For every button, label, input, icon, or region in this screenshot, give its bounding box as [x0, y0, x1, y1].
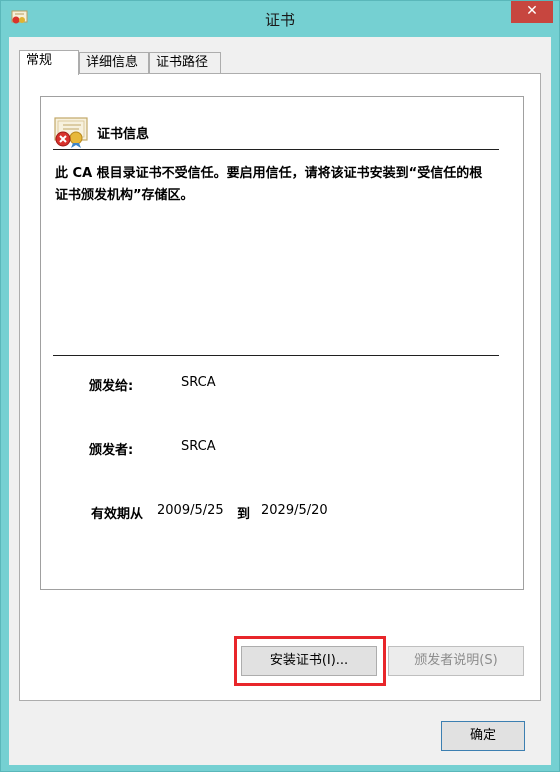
certificate-error-icon — [54, 117, 88, 148]
install-certificate-button[interactable]: 安装证书(I)... — [241, 646, 377, 676]
issued-to-value: SRCA — [181, 375, 216, 390]
ok-button[interactable]: 确定 — [441, 721, 525, 751]
info-heading: 证书信息 — [97, 127, 150, 142]
window-title: 证书 — [264, 11, 295, 29]
close-icon: ✕ — [526, 3, 538, 19]
issuer-statement-button[interactable]: 颁发者说明(S) — [388, 646, 524, 676]
valid-to-value: 2029/5/20 — [261, 503, 328, 518]
tab-general[interactable]: 常规 — [19, 50, 79, 75]
issued-by-value: SRCA — [181, 439, 216, 454]
close-button[interactable]: ✕ — [511, 1, 553, 23]
dialog-client-area: 常规 详细信息 证书路径 证书信息 此 CA 根目录证书不受信任。要启用信任，请… — [9, 37, 551, 765]
title-bar[interactable]: 证书 ✕ — [1, 1, 559, 37]
divider — [53, 355, 499, 356]
issued-by-label: 颁发者: — [89, 443, 134, 458]
valid-from-value: 2009/5/25 — [157, 503, 224, 518]
tab-certification-path[interactable]: 证书路径 — [149, 52, 221, 74]
general-tab-panel: 证书信息 此 CA 根目录证书不受信任。要启用信任，请将该证书安装到“受信任的根… — [19, 73, 541, 701]
trust-warning-text: 此 CA 根目录证书不受信任。要启用信任，请将该证书安装到“受信任的根证书颁发机… — [55, 166, 483, 203]
certificate-info-box: 证书信息 此 CA 根目录证书不受信任。要启用信任，请将该证书安装到“受信任的根… — [40, 96, 524, 590]
valid-from-label: 有效期从 — [91, 507, 144, 522]
certificate-dialog: 证书 ✕ 常规 详细信息 证书路径 证书信息 此 CA 根目录证书不受信任。要启… — [0, 0, 560, 772]
divider — [53, 149, 499, 150]
valid-to-label: 到 — [237, 507, 251, 522]
issued-to-label: 颁发给: — [89, 379, 134, 394]
tab-details[interactable]: 详细信息 — [79, 52, 149, 74]
